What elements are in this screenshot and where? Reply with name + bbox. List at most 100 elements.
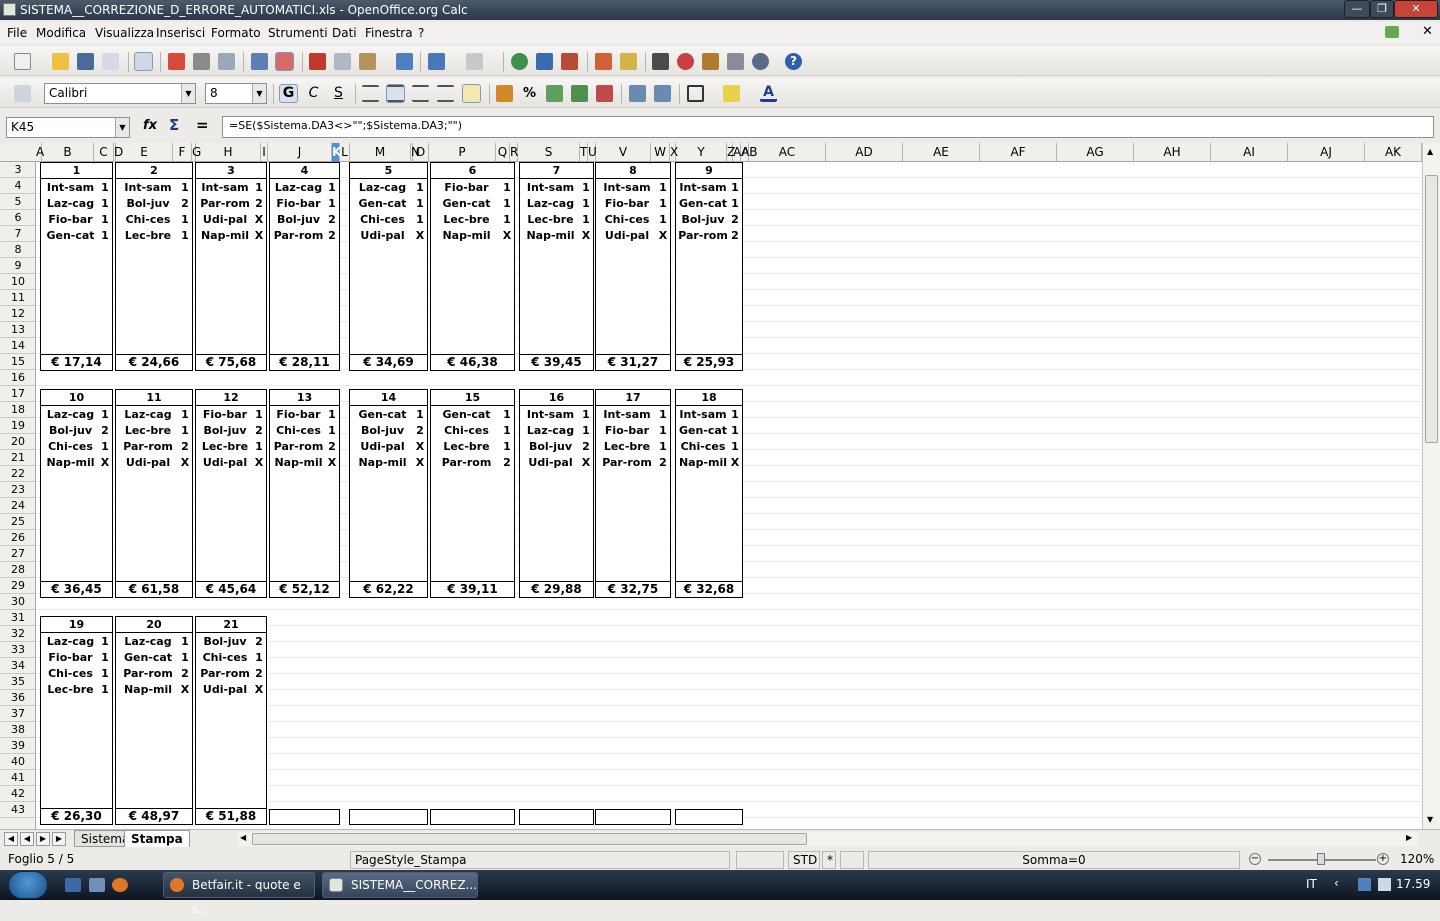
delete-decimal-icon[interactable]: [596, 85, 613, 102]
zoom-out-icon[interactable]: −: [1249, 853, 1261, 865]
empty-amount-cell[interactable]: [595, 809, 671, 825]
column-header[interactable]: V: [596, 143, 651, 162]
row-header[interactable]: 21: [0, 450, 36, 466]
print-icon[interactable]: [193, 53, 210, 70]
new-document-icon[interactable]: [14, 53, 31, 70]
function-equals-icon[interactable]: =: [196, 116, 209, 134]
row-header[interactable]: 20: [0, 434, 36, 450]
styles-formatting-icon[interactable]: [14, 85, 31, 102]
row-header[interactable]: 11: [0, 290, 36, 306]
menu-inserisci[interactable]: Inserisci: [156, 26, 205, 40]
formula-input[interactable]: =SE($Sistema.DA3<>"";$Sistema.DA3;""): [222, 116, 1434, 138]
chart-icon[interactable]: [595, 53, 612, 70]
tab-stampa[interactable]: Stampa: [124, 830, 190, 847]
gallery-icon[interactable]: [702, 53, 719, 70]
chevron-down-icon[interactable]: ▼: [252, 84, 266, 103]
menu-visualizza[interactable]: Visualizza: [95, 26, 154, 40]
row-header[interactable]: 29: [0, 578, 36, 594]
decrease-indent-icon[interactable]: [629, 85, 646, 102]
row-header[interactable]: 42: [0, 786, 36, 802]
function-wizard-icon[interactable]: fx: [143, 118, 157, 133]
redo-icon[interactable]: [466, 53, 483, 70]
sort-ascending-icon[interactable]: [536, 53, 553, 70]
first-sheet-icon[interactable]: ◀: [4, 832, 18, 846]
column-header[interactable]: I: [261, 143, 268, 162]
scroll-left-icon[interactable]: ◀: [240, 833, 246, 842]
print-preview-icon[interactable]: [218, 53, 235, 70]
email-icon[interactable]: [102, 53, 119, 70]
spellcheck-icon[interactable]: [251, 53, 268, 70]
column-header[interactable]: W: [651, 143, 670, 162]
language-indicator[interactable]: IT: [1306, 877, 1317, 891]
column-header[interactable]: E: [116, 143, 173, 162]
scroll-right-icon[interactable]: ▶: [1406, 833, 1412, 842]
row-header[interactable]: 19: [0, 418, 36, 434]
column-header[interactable]: H: [196, 143, 261, 162]
font-color-icon[interactable]: A: [760, 85, 777, 102]
number-format-currency-icon[interactable]: [496, 85, 513, 102]
last-sheet-icon[interactable]: ▶: [52, 832, 66, 846]
page-style[interactable]: PageStyle_Stampa: [350, 851, 730, 869]
zoom-icon[interactable]: [752, 53, 769, 70]
name-box[interactable]: K45 ▼: [6, 117, 130, 138]
empty-amount-cell[interactable]: [349, 809, 428, 825]
row-header[interactable]: 41: [0, 770, 36, 786]
export-pdf-icon[interactable]: [168, 53, 185, 70]
cut-icon[interactable]: [309, 53, 326, 70]
italic-button[interactable]: C: [305, 85, 322, 102]
data-sources-icon[interactable]: [727, 53, 744, 70]
column-header[interactable]: AC: [749, 143, 826, 162]
column-header[interactable]: K: [332, 143, 341, 162]
align-left-icon[interactable]: [362, 85, 379, 102]
chevron-down-icon[interactable]: ▼: [181, 84, 195, 103]
empty-amount-cell[interactable]: [519, 809, 594, 825]
row-header[interactable]: 39: [0, 738, 36, 754]
row-header[interactable]: 24: [0, 498, 36, 514]
row-header[interactable]: 40: [0, 754, 36, 770]
column-header[interactable]: AE: [903, 143, 980, 162]
menu-dati[interactable]: Dati: [332, 26, 357, 40]
row-header[interactable]: 32: [0, 626, 36, 642]
row-header[interactable]: 33: [0, 642, 36, 658]
edit-file-icon[interactable]: [134, 52, 153, 71]
row-header[interactable]: 30: [0, 594, 36, 610]
row-header[interactable]: 15: [0, 354, 36, 370]
row-header[interactable]: 43: [0, 802, 36, 818]
next-sheet-icon[interactable]: ▶: [36, 832, 50, 846]
add-decimal-icon[interactable]: [571, 85, 588, 102]
row-header[interactable]: 26: [0, 530, 36, 546]
format-paintbrush-icon[interactable]: [396, 53, 413, 70]
copy-icon[interactable]: [334, 53, 351, 70]
column-header[interactable]: AI: [1211, 143, 1288, 162]
autospellcheck-icon[interactable]: [275, 52, 294, 71]
empty-amount-cell[interactable]: [430, 809, 515, 825]
justify-icon[interactable]: [437, 85, 454, 102]
row-header[interactable]: 6: [0, 210, 36, 226]
row-header[interactable]: 4: [0, 178, 36, 194]
sort-descending-icon[interactable]: [561, 53, 578, 70]
hyperlink-icon[interactable]: [511, 53, 528, 70]
menu-formato[interactable]: Formato: [211, 26, 261, 40]
increase-indent-icon[interactable]: [654, 85, 671, 102]
column-header[interactable]: R: [510, 143, 518, 162]
paste-icon[interactable]: [359, 53, 376, 70]
row-header[interactable]: 38: [0, 722, 36, 738]
row-header[interactable]: 22: [0, 466, 36, 482]
column-header[interactable]: Y: [676, 143, 727, 162]
column-header[interactable]: AG: [1057, 143, 1134, 162]
firefox-icon[interactable]: [112, 878, 128, 892]
row-header[interactable]: 28: [0, 562, 36, 578]
row-header[interactable]: 16: [0, 370, 36, 386]
menu-modifica[interactable]: Modifica: [36, 26, 86, 40]
restore-button[interactable]: ❐: [1370, 0, 1394, 18]
row-header[interactable]: 7: [0, 226, 36, 242]
row-header[interactable]: 34: [0, 658, 36, 674]
row-header[interactable]: 3: [0, 162, 36, 178]
column-header[interactable]: O: [413, 143, 429, 162]
row-header[interactable]: 10: [0, 274, 36, 290]
column-header[interactable]: L: [340, 143, 350, 162]
number-format-standard-icon[interactable]: [546, 85, 563, 102]
row-header[interactable]: 5: [0, 194, 36, 210]
vertical-scroll-thumb[interactable]: [1425, 175, 1438, 443]
cell-grid[interactable]: 1 Int-sam 1 Laz-cag 1 Fio-bar 1 Gen-cat 1 € 17,14…: [36, 162, 1422, 829]
